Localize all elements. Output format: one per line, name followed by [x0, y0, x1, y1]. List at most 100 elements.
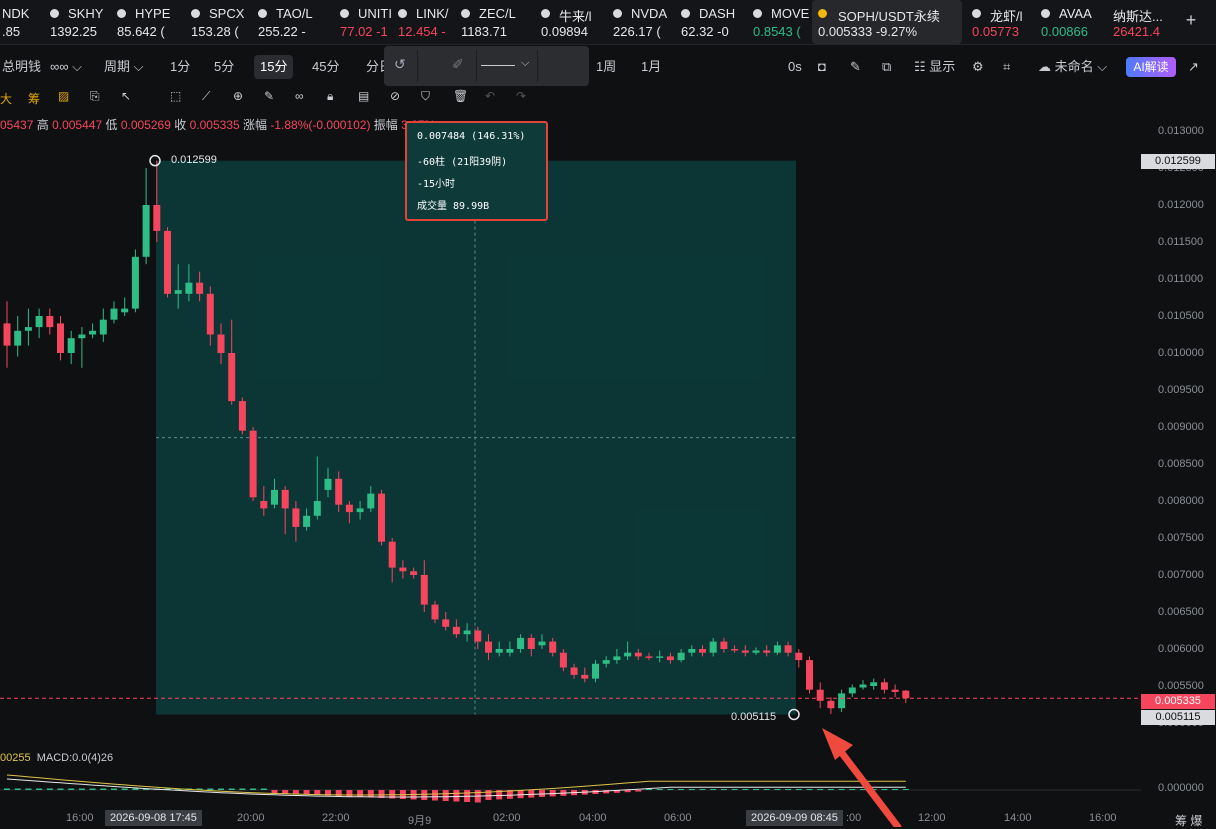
x-tick-label: 02:00	[493, 812, 521, 824]
macd-bar	[78, 788, 85, 790]
candle-body	[773, 645, 781, 653]
x-tick-label: 12:00	[918, 812, 946, 824]
candle-body	[313, 501, 321, 516]
measure-low-label: 0.005115	[731, 711, 777, 723]
macd-bar	[46, 788, 53, 790]
x-tick-label: 04:00	[579, 812, 607, 824]
candle-body	[356, 508, 364, 513]
candle-body	[174, 290, 182, 294]
candle-body	[463, 630, 471, 635]
candle-body	[506, 649, 514, 653]
candle-body	[592, 663, 599, 679]
candle-body	[517, 637, 525, 649]
macd-bar	[774, 789, 781, 790]
candle-body	[666, 656, 674, 661]
macd-bar	[892, 789, 899, 790]
candle-body	[410, 571, 418, 575]
y-tick-label: 0.012000	[1158, 199, 1204, 211]
macd-bar	[453, 790, 460, 802]
macd-bar	[528, 790, 535, 798]
candle-body	[452, 626, 460, 635]
x-tick-label: 20:00	[237, 812, 265, 824]
candle-body	[624, 652, 632, 657]
y-tick-label: 0.007000	[1158, 569, 1204, 581]
y-tick-label: 0.009000	[1158, 421, 1204, 433]
macd-bar	[838, 789, 845, 790]
macd-bar	[656, 789, 663, 790]
macd-bar	[303, 790, 310, 795]
candle-body	[89, 330, 97, 335]
macd-bar	[517, 790, 524, 799]
y-tick-label: 0.010500	[1158, 310, 1204, 322]
macd-bar	[667, 789, 674, 790]
macd-bar	[785, 789, 792, 790]
candle-body	[46, 316, 54, 328]
y-tick-label: 0.010000	[1158, 347, 1204, 359]
candle-body	[335, 478, 343, 505]
macd-bar	[646, 789, 652, 790]
current-price-tag: 0.005335	[1141, 694, 1215, 709]
candle-body	[99, 319, 107, 335]
x-tick-label: 16:00	[1089, 812, 1117, 824]
candle-body	[345, 504, 353, 513]
macd-bar	[710, 789, 717, 790]
macd-bar	[442, 790, 449, 801]
candle-body	[206, 293, 214, 335]
candle-body	[14, 330, 22, 346]
macd-bar	[357, 790, 364, 797]
macd-bar	[827, 789, 834, 790]
macd-bar	[292, 790, 299, 794]
candle-body	[78, 334, 86, 339]
candle-body	[848, 687, 856, 694]
candle-body	[720, 641, 728, 649]
price-chart[interactable]	[0, 0, 1216, 827]
macd-bar	[421, 790, 428, 800]
candle-body	[196, 282, 204, 294]
candle-body	[367, 493, 375, 509]
candle-body	[442, 619, 450, 627]
bottom-corner-tools[interactable]: 筹 爆	[1175, 812, 1202, 829]
candle-body	[142, 205, 150, 257]
candle-body	[538, 641, 546, 646]
candle-body	[891, 689, 899, 692]
candle-body	[292, 508, 300, 527]
candle-body	[741, 650, 749, 653]
candle-body	[121, 308, 129, 313]
macd-label: MACD:0.0(4)26	[36, 752, 114, 764]
macd-left-value: 00255	[0, 752, 31, 764]
macd-bar	[849, 789, 856, 790]
candle-body	[795, 652, 803, 661]
candle-body	[324, 478, 332, 490]
macd-bar	[432, 790, 438, 801]
candle-body	[271, 489, 278, 505]
candle-body	[388, 541, 396, 568]
candle-body	[527, 637, 535, 649]
x-tick-label: 9月9	[408, 815, 432, 827]
candle-body	[870, 682, 878, 686]
measure-change: 0.007484 (146.31%)	[417, 131, 526, 142]
macd-bar	[817, 789, 824, 790]
y-tick-label: 0.008000	[1158, 495, 1204, 507]
candle-body	[699, 649, 706, 653]
macd-legend: 00255 MACD:0.0(4)26	[0, 752, 113, 764]
candle-body	[816, 689, 824, 701]
macd-bar	[250, 788, 257, 790]
candle-body	[260, 501, 268, 509]
red-arrow-head	[822, 728, 853, 760]
x-highlight-end: 2026-09-09 08:45	[746, 810, 843, 826]
candle-body	[688, 649, 696, 653]
macd-bar	[742, 789, 749, 790]
candle-body	[677, 652, 685, 661]
macd-bar	[121, 788, 128, 790]
macd-bar	[271, 790, 278, 793]
macd-bar	[239, 788, 246, 790]
macd-bar	[902, 789, 909, 790]
candle-body	[228, 353, 236, 402]
candle-body	[67, 338, 75, 353]
macd-bar	[100, 788, 107, 790]
x-tick-label: 06:00	[664, 812, 692, 824]
macd-bar	[678, 789, 685, 790]
macd-bar	[260, 788, 267, 790]
y-tick-label: 0.011500	[1158, 236, 1204, 248]
candle-body	[709, 641, 717, 653]
